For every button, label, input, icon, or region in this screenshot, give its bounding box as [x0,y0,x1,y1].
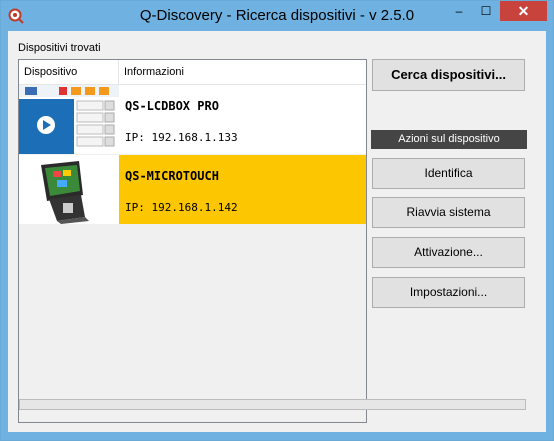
title-bar[interactable]: Q-Discovery - Ricerca dispositivi - v 2.… [1,1,553,31]
lcdbox-thumbnail-icon [19,85,119,154]
list-item[interactable]: QS-LCDBOX PRO IP: 192.168.1.133 [19,85,366,154]
device-ip: IP: 192.168.1.142 [125,201,238,214]
minimize-button[interactable]: – [446,1,472,21]
list-header: Dispositivo Informazioni [19,60,366,85]
devices-list[interactable]: Dispositivo Informazioni QS-LCDBOX PRO I… [18,59,367,423]
device-name: QS-MICROTOUCH [125,169,219,183]
device-name: QS-LCDBOX PRO [125,99,219,113]
column-header-info[interactable]: Informazioni [119,60,366,84]
restart-system-button[interactable]: Riavvia sistema [372,197,525,228]
client-area: Dispositivi trovati Dispositivo Informaz… [8,31,546,432]
identify-button[interactable]: Identifica [372,158,525,189]
maximize-button[interactable]: ☐ [473,1,499,21]
close-button[interactable]: ✕ [500,1,547,21]
column-header-device[interactable]: Dispositivo [19,60,119,84]
search-devices-button[interactable]: Cerca dispositivi... [372,59,525,91]
progress-bar [19,399,526,410]
settings-button[interactable]: Impostazioni... [372,277,525,308]
devices-found-label: Dispositivi trovati [18,42,101,54]
app-window: Q-Discovery - Ricerca dispositivi - v 2.… [0,0,554,441]
device-actions-header: Azioni sul dispositivo [371,130,527,149]
activation-button[interactable]: Attivazione... [372,237,525,268]
device-ip: IP: 192.168.1.133 [125,131,238,144]
list-item-selected[interactable]: QS-MICROTOUCH IP: 192.168.1.142 [19,155,366,224]
microtouch-kiosk-icon [19,155,119,224]
